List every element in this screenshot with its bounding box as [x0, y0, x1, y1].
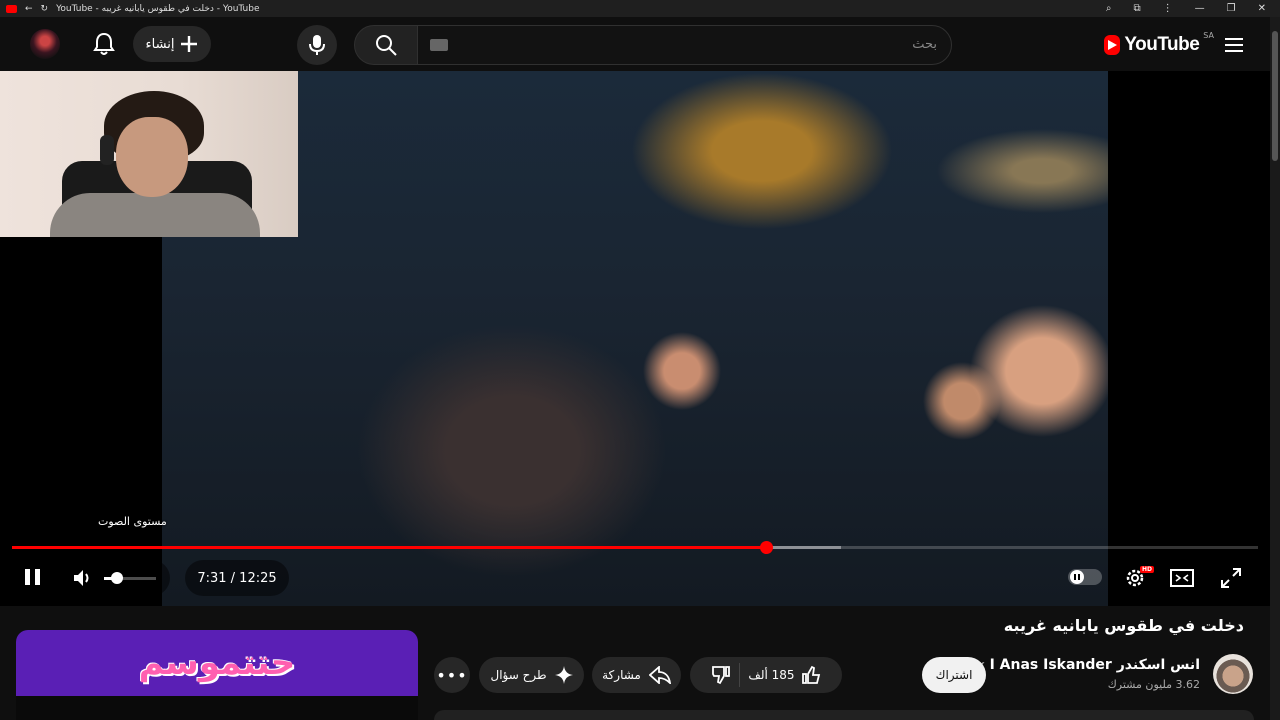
thumbs-down-icon [712, 666, 731, 685]
pause-button[interactable] [20, 564, 44, 590]
zoom-icon[interactable]: ⌕ [1106, 3, 1112, 14]
thumbs-up-icon [801, 665, 820, 684]
browser-menu-icon[interactable]: ⋮ [1163, 3, 1173, 14]
share-label: مشاركة [602, 668, 641, 682]
time-display: 7:31 / 12:25 [185, 560, 289, 596]
video-frame[interactable] [162, 71, 1108, 606]
tab-title: YouTube - دخلت في طقوس يابانيه غريبه - Y… [56, 3, 260, 14]
youtube-favicon-icon [6, 4, 17, 13]
channel-name-row[interactable]: انس اسكندر I Anas Iskander ✔ [976, 657, 1200, 673]
keyboard-icon[interactable] [430, 39, 448, 51]
microphone-icon [309, 35, 325, 55]
youtube-play-icon [1104, 35, 1121, 55]
like-dislike-group: 185 ألف [690, 657, 842, 693]
more-dots-icon: ••• [436, 665, 468, 685]
autoplay-toggle[interactable] [1068, 569, 1102, 585]
video-title: دخلت في طقوس يابانيه غريبه [1003, 616, 1244, 635]
subscribe-button[interactable]: اشتراك [922, 657, 986, 693]
search-placeholder: بحث [912, 37, 937, 52]
share-button[interactable]: مشاركة [592, 657, 681, 693]
browser-title-bar: ← ↻ YouTube - دخلت في طقوس يابانيه غريبه… [0, 0, 1280, 17]
video-info-section: دخلت في طقوس يابانيه غريبه انس اسكندر I … [0, 606, 1270, 720]
account-avatar[interactable] [30, 29, 60, 59]
youtube-logo[interactable]: YouTube SA [1104, 31, 1214, 59]
close-button[interactable]: ✕ [1258, 3, 1266, 14]
search-button[interactable] [354, 25, 418, 65]
scrollbar-thumb[interactable] [1272, 31, 1278, 161]
ad-card[interactable]: حتتموسم [16, 630, 418, 720]
masthead: إنشاء بحث YouTube SA [0, 17, 1280, 71]
page-scrollbar[interactable] [1270, 17, 1280, 720]
scrubber-knob[interactable] [759, 541, 773, 554]
autoplay-pause-icon [1070, 570, 1084, 584]
like-count: 185 ألف [748, 668, 795, 682]
webcam-overlay [0, 71, 298, 237]
subscriber-count: 3.62 مليون مشترك [1107, 678, 1200, 691]
sparkle-icon [554, 666, 573, 684]
channel-name[interactable]: انس اسكندر I Anas Iskander [990, 657, 1200, 673]
country-code: SA [1203, 30, 1214, 40]
channel-avatar[interactable] [1213, 654, 1253, 694]
search-input[interactable]: بحث [417, 25, 952, 65]
voice-search-button[interactable] [297, 25, 337, 65]
plus-icon [181, 36, 198, 52]
ad-banner[interactable]: حتتموسم [16, 630, 418, 696]
logo-text: YouTube [1124, 34, 1200, 55]
create-button[interactable]: إنشاء [133, 26, 211, 62]
headset-icon [100, 135, 114, 165]
guide-menu-icon[interactable] [1220, 31, 1248, 59]
notifications-bell-icon[interactable] [90, 29, 118, 59]
video-player[interactable]: مستوى الصوت 7:31 / 12:25 HD [0, 71, 1270, 606]
reload-icon[interactable]: ↻ [41, 4, 49, 14]
like-divider [739, 663, 741, 687]
create-label: إنشاء [145, 36, 175, 52]
speaker-icon[interactable] [72, 568, 94, 588]
description-box[interactable] [434, 710, 1254, 720]
theater-mode-icon[interactable] [1170, 568, 1194, 588]
fullscreen-icon[interactable] [1219, 566, 1243, 590]
extensions-icon[interactable]: ⧉ [1134, 3, 1141, 14]
volume-knob[interactable] [111, 572, 123, 584]
like-button[interactable]: 185 ألف [748, 665, 820, 685]
search-icon [376, 35, 397, 56]
volume-tooltip: مستوى الصوت [98, 515, 167, 528]
dislike-button[interactable] [711, 665, 731, 685]
hd-badge: HD [1140, 566, 1155, 573]
restore-button[interactable]: ❐ [1227, 3, 1236, 14]
pause-icon [24, 569, 30, 585]
ask-question-button[interactable]: طرح سؤال [479, 657, 584, 693]
ad-banner-text: حتتموسم [138, 643, 296, 683]
minimize-button[interactable]: — [1195, 3, 1205, 14]
back-icon[interactable]: ← [25, 4, 33, 14]
progress-bar[interactable] [12, 541, 1258, 554]
ask-label: طرح سؤال [490, 668, 547, 682]
played-bar [12, 546, 766, 549]
more-actions-button[interactable]: ••• [434, 657, 470, 693]
time-display-text: 7:31 / 12:25 [197, 570, 277, 586]
share-arrow-icon [648, 666, 671, 684]
